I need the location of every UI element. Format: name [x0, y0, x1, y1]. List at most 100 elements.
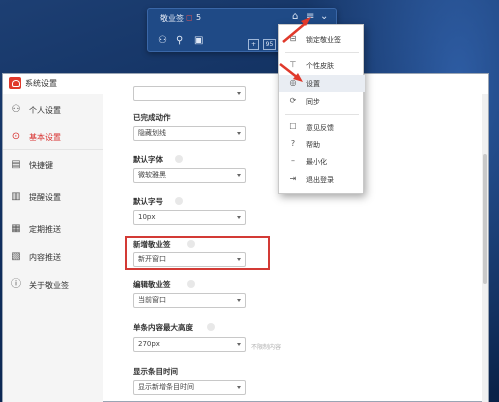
sidebar-item-periodic[interactable]: ▦ 定期推送 [3, 220, 103, 240]
font-select[interactable]: 微软雅黑 [133, 168, 246, 183]
sidebar: ⚇ 个人设置 ⊙ 基本设置 ▤ 快捷键 ▥ 提醒设置 ▦ 定期推送 ▧ 内容推送… [3, 94, 103, 402]
size-select[interactable]: 10px [133, 210, 246, 225]
bell-icon: ▥ [11, 191, 21, 202]
feedback-icon: ☐ [289, 122, 297, 131]
sidebar-item-content[interactable]: ▧ 内容推送 [3, 248, 103, 268]
time-select[interactable]: 显示新增条目时间 [133, 380, 246, 395]
content-icon: ▧ [11, 251, 21, 262]
help-icon[interactable] [187, 240, 195, 248]
chevron-down-icon [237, 343, 241, 346]
help-icon[interactable] [187, 280, 195, 288]
divider [285, 114, 359, 115]
help-icon[interactable] [175, 197, 183, 205]
height-value: 270px [138, 340, 160, 348]
completed-value: 隐藏划线 [138, 129, 166, 137]
calendar-icon: ▦ [11, 223, 21, 234]
chevron-down-icon [237, 386, 241, 389]
window-title: 系统设置 [25, 79, 57, 88]
menu-item-lock[interactable]: ⊟ 锁定敬业签 [279, 31, 365, 48]
size-label: 默认字号 [133, 197, 163, 206]
menu-item-label: 锁定敬业签 [306, 36, 341, 44]
menu-item-label: 设置 [306, 80, 320, 88]
settings-icon: ◎ [289, 78, 297, 87]
help-icon[interactable] [207, 323, 215, 331]
menu-item-label: 退出登录 [306, 176, 334, 184]
sidebar-item-shortcuts[interactable]: ▤ 快捷键 [3, 156, 103, 176]
sidebar-item-personal[interactable]: ⚇ 个人设置 [3, 101, 103, 121]
menu-item-label: 帮助 [306, 141, 320, 149]
shirt-icon: ⊤ [289, 60, 297, 69]
chevron-down-icon [237, 258, 241, 261]
scrollbar[interactable] [482, 94, 488, 402]
top-select[interactable] [133, 86, 246, 101]
home-icon[interactable]: ⌂ [292, 12, 298, 22]
add-button[interactable]: + [248, 39, 259, 50]
divider [3, 149, 103, 150]
menu-item-sync[interactable]: ⟳ 同步 [279, 93, 365, 110]
menu-item-label: 最小化 [306, 158, 327, 166]
notification-icon: ◻ [186, 13, 193, 22]
scrollbar-thumb[interactable] [483, 154, 487, 284]
menu-item-label: 同步 [306, 98, 320, 106]
edit-label: 编辑敬业签 [133, 280, 171, 289]
info-icon: ⓘ [11, 279, 21, 290]
height-label: 单条内容最大高度 [133, 323, 193, 332]
widget-count: 5 [196, 13, 202, 22]
minimize-icon: – [291, 156, 295, 165]
chevron-down-icon [237, 132, 241, 135]
logout-icon: ⇥ [289, 174, 297, 183]
completed-label: 已完成动作 [133, 113, 171, 122]
font-value: 微软雅黑 [138, 171, 166, 179]
person-icon: ⚇ [11, 104, 21, 115]
chevron-down-icon[interactable]: ⌄ [320, 12, 328, 22]
sidebar-item-label: 内容推送 [29, 253, 61, 262]
menu-item-help[interactable]: ? 帮助 [279, 136, 365, 153]
sidebar-item-label: 快捷键 [29, 161, 53, 170]
lock-icon: ⊟ [289, 34, 297, 43]
new-label: 新增敬业签 [133, 240, 171, 249]
menu-item-label: 意见反馈 [306, 124, 334, 132]
calendar-icon[interactable]: ▣ [194, 36, 203, 46]
app-logo-icon [9, 77, 21, 89]
settings-window: 系统设置 ⚇ 个人设置 ⊙ 基本设置 ▤ 快捷键 ▥ 提醒设置 ▦ 定期推送 ▧… [2, 73, 489, 402]
user-icon[interactable]: ⚇ [158, 36, 167, 46]
size-value: 10px [138, 213, 156, 221]
new-select[interactable]: 新开窗口 [133, 252, 246, 267]
chevron-down-icon [237, 174, 241, 177]
sidebar-item-basic[interactable]: ⊙ 基本设置 [3, 128, 103, 148]
menu-item-minimize[interactable]: – 最小化 [279, 153, 365, 170]
sidebar-item-about[interactable]: ⓘ 关于敬业签 [3, 276, 103, 296]
widget-title: 敬业签 [160, 14, 184, 23]
sidebar-item-label: 基本设置 [29, 133, 61, 142]
menu-item-feedback[interactable]: ☐ 意见反馈 [279, 119, 365, 136]
edit-value: 当前窗口 [138, 296, 166, 304]
page-number[interactable]: 95 [263, 39, 276, 50]
keyboard-icon: ▤ [11, 159, 21, 170]
time-value: 显示新增条目时间 [138, 383, 194, 391]
menu-icon[interactable]: ≡ [306, 12, 314, 22]
new-value: 新开窗口 [138, 255, 166, 263]
menu-item-skin[interactable]: ⊤ 个性皮肤 [279, 57, 365, 74]
search-icon[interactable]: ⚲ [176, 36, 183, 46]
height-select[interactable]: 270px [133, 337, 246, 352]
completed-select[interactable]: 隐藏划线 [133, 126, 246, 141]
sidebar-item-label: 提醒设置 [29, 193, 61, 202]
sidebar-item-label: 定期推送 [29, 225, 61, 234]
chevron-down-icon [237, 216, 241, 219]
divider [285, 52, 359, 53]
menu-item-settings[interactable]: ◎ 设置 [279, 75, 365, 92]
font-label: 默认字体 [133, 155, 163, 164]
sync-icon: ⟳ [289, 96, 297, 105]
time-label: 显示条目时间 [133, 367, 178, 376]
help-icon: ? [290, 139, 296, 148]
chevron-down-icon [237, 92, 241, 95]
chevron-down-icon [237, 299, 241, 302]
menu-item-label: 个性皮肤 [306, 62, 334, 70]
height-hint: 不限制内容 [251, 344, 282, 351]
edit-select[interactable]: 当前窗口 [133, 293, 246, 308]
sidebar-item-reminder[interactable]: ▥ 提醒设置 [3, 188, 103, 208]
menu-item-logout[interactable]: ⇥ 退出登录 [279, 171, 365, 188]
help-icon[interactable] [175, 155, 183, 163]
gear-icon: ⊙ [11, 131, 21, 142]
sidebar-item-label: 个人设置 [29, 106, 61, 115]
